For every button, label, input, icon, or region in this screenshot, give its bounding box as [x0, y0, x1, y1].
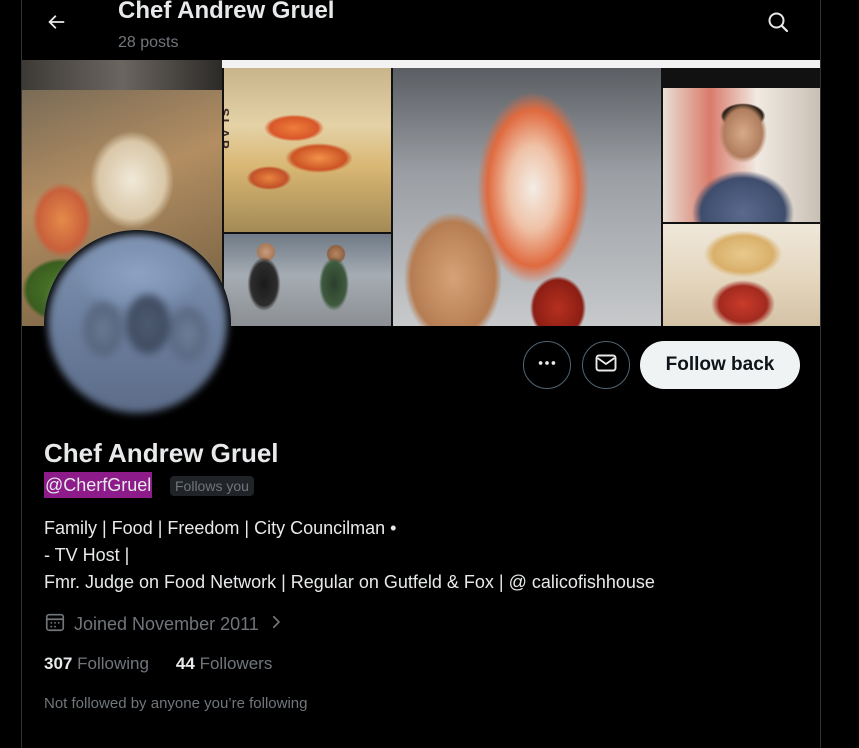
follow-counts: 307 Following 44 Followers [44, 654, 272, 674]
mutuals-note: Not followed by anyone you’re following [44, 695, 308, 712]
chevron-right-icon [267, 612, 285, 637]
joined-date[interactable]: Joined November 2011 [44, 610, 285, 638]
back-button[interactable] [38, 6, 74, 42]
follow-back-button[interactable]: Follow back [640, 341, 800, 389]
arrow-left-icon [45, 11, 67, 38]
joined-text: Joined November 2011 [74, 613, 259, 634]
bio-line: - TV Host | [44, 545, 130, 565]
user-handle: @CherfGruel [44, 472, 153, 498]
profile-header: Chef Andrew Gruel 28 posts [22, 0, 820, 60]
followers-count: 44 [175, 654, 195, 673]
banner-photo-portrait [663, 88, 820, 222]
header-title: Chef Andrew Gruel [118, 0, 335, 24]
avatar[interactable] [44, 230, 231, 417]
banner-photo-tv-crew [224, 234, 391, 326]
bio-line: Fmr. Judge on Food Network | Regular on … [44, 572, 655, 592]
follows-you-badge: Follows you [170, 476, 254, 496]
more-horizontal-icon [536, 352, 558, 379]
following-link[interactable]: 307 Following [44, 654, 149, 674]
avatar-image [48, 234, 227, 413]
display-name: Chef Andrew Gruel [44, 438, 279, 468]
bio: Family | Food | Freedom | City Councilma… [44, 515, 655, 596]
banner-photo-shrimp-roll: SLAP [224, 68, 391, 232]
following-label: Following [77, 654, 149, 673]
followers-link[interactable]: 44 Followers [176, 654, 272, 674]
bio-line: Family | Food | Freedom | City Councilma… [44, 518, 397, 538]
mail-icon [594, 351, 618, 380]
posts-count: 28 posts [118, 34, 179, 51]
calendar-icon [44, 611, 66, 638]
more-button[interactable] [523, 341, 571, 389]
search-button[interactable] [760, 6, 796, 42]
banner-photo-lobster-roll [393, 68, 661, 326]
banner-photo-fries [663, 224, 820, 326]
message-button[interactable] [582, 341, 630, 389]
banner-photo-street [22, 60, 222, 90]
followers-label: Followers [199, 654, 273, 673]
banner-sign-text: SLAP [224, 108, 232, 151]
following-count: 307 [44, 654, 73, 673]
search-icon [766, 10, 790, 39]
profile-column: Chef Andrew Gruel 28 posts SLAP Follow b… [21, 0, 821, 748]
